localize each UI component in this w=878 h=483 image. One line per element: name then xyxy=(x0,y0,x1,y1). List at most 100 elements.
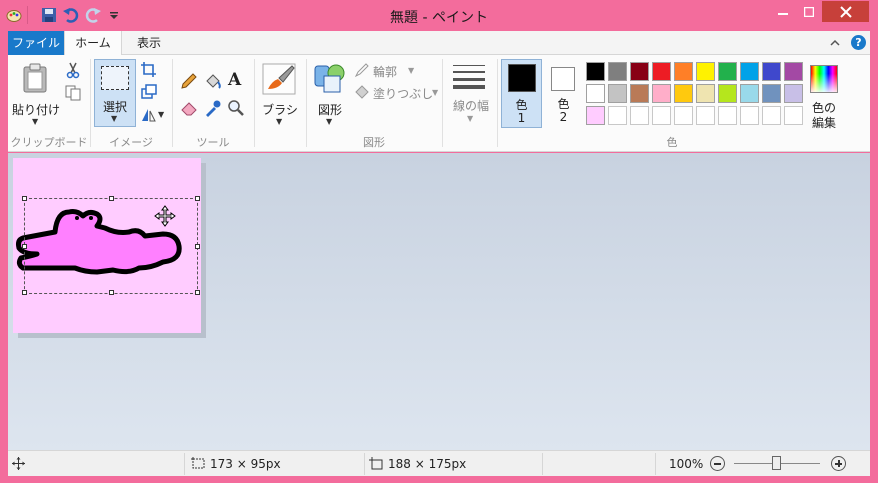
resize-icon[interactable] xyxy=(140,83,158,101)
size-label: 線の幅 xyxy=(452,99,489,113)
shapes-button[interactable]: 図形 ▼ xyxy=(310,59,350,131)
palette-swatch[interactable] xyxy=(740,62,759,81)
select-dropdown-icon: ▼ xyxy=(111,114,118,123)
pencil-icon[interactable] xyxy=(180,72,198,90)
palette-swatch[interactable] xyxy=(608,62,627,81)
resize-handle[interactable] xyxy=(195,290,200,295)
palette-swatch-empty[interactable] xyxy=(630,106,649,125)
resize-handle[interactable] xyxy=(109,196,114,201)
palette-swatch[interactable] xyxy=(608,84,627,103)
minimize-icon xyxy=(777,12,788,15)
palette-swatch[interactable] xyxy=(652,84,671,103)
palette-swatch[interactable] xyxy=(630,62,649,81)
status-separator xyxy=(542,453,543,475)
paste-icon xyxy=(23,63,47,93)
palette-swatch[interactable] xyxy=(674,62,693,81)
size-button[interactable]: 線の幅 ▼ xyxy=(446,59,496,131)
palette-swatch[interactable] xyxy=(630,84,649,103)
outline-dropdown-icon: ▼ xyxy=(408,66,415,75)
palette-swatch[interactable] xyxy=(718,62,737,81)
zoom-in-button[interactable] xyxy=(831,456,846,471)
rotate-dropdown-icon[interactable]: ▼ xyxy=(158,110,164,119)
zoom-out-button[interactable] xyxy=(710,456,725,471)
tab-file[interactable]: ファイル xyxy=(8,31,64,55)
palette-swatch[interactable] xyxy=(784,62,803,81)
zoom-slider[interactable] xyxy=(734,456,820,470)
resize-handle[interactable] xyxy=(195,244,200,249)
resize-handle[interactable] xyxy=(22,290,27,295)
brushes-button[interactable]: ブラシ ▼ xyxy=(258,59,302,131)
minimize-button[interactable] xyxy=(769,1,796,22)
status-separator xyxy=(184,453,185,475)
crop-icon[interactable] xyxy=(140,61,158,79)
drawing-canvas[interactable] xyxy=(13,158,201,333)
palette-swatch-empty[interactable] xyxy=(696,106,715,125)
close-button[interactable] xyxy=(822,1,869,22)
select-button[interactable]: 選択 ▼ xyxy=(94,59,136,127)
color1-swatch xyxy=(508,64,536,92)
resize-handle[interactable] xyxy=(195,196,200,201)
palette-swatch[interactable] xyxy=(674,84,693,103)
palette-swatch[interactable] xyxy=(696,84,715,103)
palette-swatch[interactable] xyxy=(762,62,781,81)
eraser-icon[interactable] xyxy=(180,99,198,117)
collapse-ribbon-icon[interactable] xyxy=(830,36,840,50)
palette-swatch-empty[interactable] xyxy=(784,106,803,125)
palette-swatch[interactable] xyxy=(586,84,605,103)
paste-label: 貼り付け xyxy=(12,103,61,117)
tab-home[interactable]: ホーム xyxy=(64,31,122,56)
status-bar: 173 × 95px 188 × 175px 100% xyxy=(8,450,870,476)
outline-button[interactable]: 輪郭 ▼ xyxy=(354,62,438,80)
magnifier-icon[interactable] xyxy=(227,99,245,117)
ribbon-separator xyxy=(442,59,443,147)
palette-swatch[interactable] xyxy=(586,62,605,81)
color1-button[interactable]: 色 1 xyxy=(501,59,542,128)
color2-swatch xyxy=(551,67,575,91)
color-picker-icon[interactable] xyxy=(204,99,222,117)
fill-label: 塗りつぶし xyxy=(373,87,434,101)
paste-button[interactable]: 貼り付け ▼ xyxy=(12,59,60,131)
select-icon xyxy=(101,66,129,90)
palette-swatch-empty[interactable] xyxy=(608,106,627,125)
zoom-slider-thumb[interactable] xyxy=(772,456,781,470)
palette-swatch[interactable] xyxy=(784,84,803,103)
palette-swatch[interactable] xyxy=(740,84,759,103)
palette-swatch[interactable] xyxy=(718,84,737,103)
colors-group-label: 色 xyxy=(666,136,678,149)
palette-swatch-empty[interactable] xyxy=(740,106,759,125)
plus-icon-vertical xyxy=(838,460,840,467)
resize-handle[interactable] xyxy=(22,196,27,201)
palette-swatch-empty[interactable] xyxy=(762,106,781,125)
copy-icon[interactable] xyxy=(64,84,82,102)
palette-swatch-empty[interactable] xyxy=(652,106,671,125)
status-separator xyxy=(655,453,656,475)
palette-swatch-empty[interactable] xyxy=(718,106,737,125)
image-group-label: イメージ xyxy=(109,136,153,149)
fill-button[interactable]: 塗りつぶし ▼ xyxy=(354,84,444,102)
tab-view[interactable]: 表示 xyxy=(126,31,172,55)
palette-swatch[interactable] xyxy=(586,106,605,125)
fill-bucket-icon[interactable] xyxy=(204,72,222,90)
edit-colors-label-line2: 編集 xyxy=(811,116,836,130)
select-label: 選択 xyxy=(102,100,127,114)
palette-swatch-empty[interactable] xyxy=(674,106,693,125)
color2-button[interactable]: 色 2 xyxy=(544,59,585,128)
palette-swatch[interactable] xyxy=(652,62,671,81)
ribbon-home: 貼り付け ▼ クリップボード 選択 ▼ ▼ イメージ A ツール ブラシ ▼ 図… xyxy=(8,55,870,152)
size-dropdown-icon: ▼ xyxy=(467,114,474,123)
rotate-icon[interactable] xyxy=(140,106,158,124)
line-width-icon xyxy=(453,65,485,89)
resize-handle[interactable] xyxy=(22,244,27,249)
palette-swatch[interactable] xyxy=(696,62,715,81)
resize-handle[interactable] xyxy=(109,290,114,295)
outline-label: 輪郭 xyxy=(373,65,398,79)
cut-icon[interactable] xyxy=(64,62,82,80)
color2-number: 2 xyxy=(559,110,568,124)
fill-icon xyxy=(355,85,369,99)
edit-colors-button[interactable]: 色の 編集 xyxy=(806,59,842,131)
selection-size: 173 × 95px xyxy=(210,457,281,471)
help-icon[interactable]: ? xyxy=(851,35,866,50)
maximize-button[interactable] xyxy=(796,1,822,22)
palette-swatch[interactable] xyxy=(762,84,781,103)
text-icon[interactable]: A xyxy=(228,70,241,90)
